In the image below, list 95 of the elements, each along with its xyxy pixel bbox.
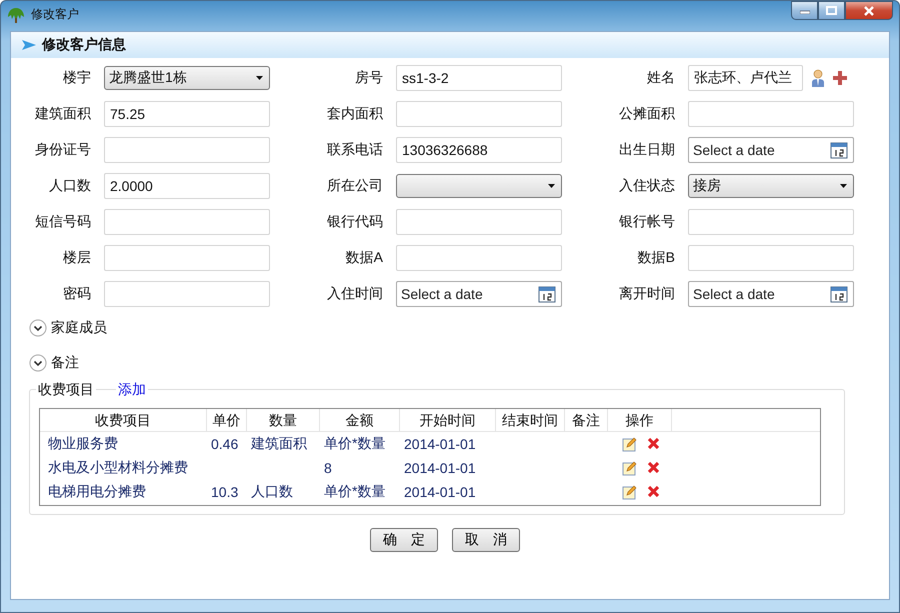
column-header: 备注 — [565, 409, 608, 431]
delete-icon[interactable] — [647, 460, 660, 476]
table-cell-text: 2014-01-01 — [403, 460, 477, 476]
field-label: 套内面积 — [326, 105, 383, 123]
field-label: 密码 — [62, 285, 91, 303]
date-field[interactable]: Select a date — [396, 281, 562, 307]
edit-icon[interactable] — [622, 484, 637, 500]
field-label: 入住状态 — [618, 177, 675, 195]
input-field[interactable] — [688, 209, 854, 235]
close-icon — [863, 6, 875, 16]
field-label: 建筑面积 — [34, 105, 91, 123]
input-field[interactable] — [396, 245, 562, 271]
field-label: 离开时间 — [618, 285, 675, 303]
field-label: 数据A — [344, 249, 383, 267]
field-label: 数据B — [636, 249, 675, 267]
input-field[interactable]: 75.25 — [104, 101, 270, 127]
expand-icon[interactable] — [29, 354, 47, 372]
table-cell-text: 电梯用电分摊费 — [47, 483, 147, 501]
field-label: 联系电话 — [326, 141, 383, 159]
column-header: 结束时间 — [496, 409, 565, 431]
input-field[interactable]: 张志环、卢代兰 — [688, 65, 803, 91]
section-title[interactable]: 家庭成员 — [51, 319, 107, 337]
date-field[interactable]: Select a date — [688, 137, 854, 163]
field-label: 出生日期 — [618, 141, 675, 159]
field-label: 楼层 — [62, 249, 91, 267]
column-header: 金额 — [320, 409, 400, 431]
window-title: 修改客户 — [31, 6, 79, 23]
dialog-button[interactable]: 确 定 — [370, 528, 438, 552]
input-field[interactable] — [396, 209, 562, 235]
input-field[interactable]: 13036326688 — [396, 137, 562, 163]
edit-icon[interactable] — [622, 436, 637, 452]
table-cell-text: 8 — [323, 460, 333, 476]
field-label: 姓名 — [646, 69, 675, 87]
edit-icon[interactable] — [622, 460, 637, 476]
input-field[interactable] — [104, 245, 270, 271]
tree-icon — [7, 6, 25, 24]
field-label: 公摊面积 — [618, 105, 675, 123]
maximize-button[interactable] — [818, 1, 845, 20]
input-field[interactable] — [688, 245, 854, 271]
caret-icon — [256, 76, 263, 80]
section-title[interactable]: 备注 — [51, 354, 79, 372]
triangle-icon — [21, 39, 37, 51]
group-title: 收费项目 — [36, 381, 96, 399]
dropdown[interactable]: 接房 — [688, 174, 854, 198]
delete-icon[interactable] — [647, 436, 660, 452]
delete-icon[interactable] — [647, 484, 660, 500]
table-cell-text: 单价*数量 — [323, 435, 386, 453]
table-cell-text: 0.46 — [210, 436, 240, 452]
table-cell-text: 建筑面积 — [250, 435, 308, 453]
calendar-icon[interactable] — [538, 285, 556, 303]
table-cell-text: 10.3 — [210, 484, 240, 500]
table-cell-text: 2014-01-01 — [403, 484, 477, 500]
caret-icon — [548, 184, 555, 188]
field-label: 身份证号 — [34, 141, 91, 159]
field-label: 房号 — [354, 69, 383, 87]
calendar-icon[interactable] — [830, 285, 848, 303]
field-label: 银行代码 — [326, 213, 383, 231]
close-button[interactable] — [845, 1, 893, 20]
column-header: 单价 — [207, 409, 247, 431]
person-icon[interactable] — [811, 69, 825, 87]
field-label: 银行帐号 — [618, 213, 675, 231]
column-header: 收费项目 — [40, 409, 207, 431]
table-cell-text: 单价*数量 — [323, 483, 386, 501]
caret-icon — [840, 184, 847, 188]
table-cell-text: 2014-01-01 — [403, 436, 477, 452]
input-field[interactable]: 2.0000 — [104, 173, 270, 199]
table-cell-text: 人口数 — [250, 483, 294, 501]
panel-title: 修改客户信息 — [42, 36, 126, 54]
column-header: 开始时间 — [400, 409, 496, 431]
add-link[interactable]: 添加 — [116, 381, 148, 399]
field-label: 入住时间 — [326, 285, 383, 303]
field-label: 人口数 — [48, 177, 91, 195]
maximize-icon — [826, 6, 837, 15]
input-field[interactable] — [104, 209, 270, 235]
input-field[interactable] — [396, 101, 562, 127]
field-label: 短信号码 — [34, 213, 91, 231]
field-label: 楼宇 — [62, 69, 91, 87]
column-header: 数量 — [247, 409, 320, 431]
table-cell-text: 水电及小型材料分摊费 — [47, 459, 189, 477]
column-header: 操作 — [608, 409, 672, 431]
dropdown[interactable] — [396, 174, 562, 198]
input-field[interactable] — [688, 101, 854, 127]
calendar-icon[interactable] — [830, 141, 848, 159]
dialog-button[interactable]: 取 消 — [452, 528, 520, 552]
date-field[interactable]: Select a date — [688, 281, 854, 307]
plus-icon[interactable] — [833, 71, 847, 85]
dropdown[interactable]: 龙腾盛世1栋 — [104, 66, 270, 90]
expand-icon[interactable] — [29, 319, 47, 337]
field-label: 所在公司 — [326, 177, 383, 195]
input-field[interactable] — [104, 281, 270, 307]
minimize-button[interactable] — [791, 1, 818, 20]
table-cell-text: 物业服务费 — [47, 435, 119, 453]
minimize-icon — [800, 8, 810, 14]
input-field[interactable] — [104, 137, 270, 163]
input-field[interactable]: ss1-3-2 — [396, 65, 562, 91]
